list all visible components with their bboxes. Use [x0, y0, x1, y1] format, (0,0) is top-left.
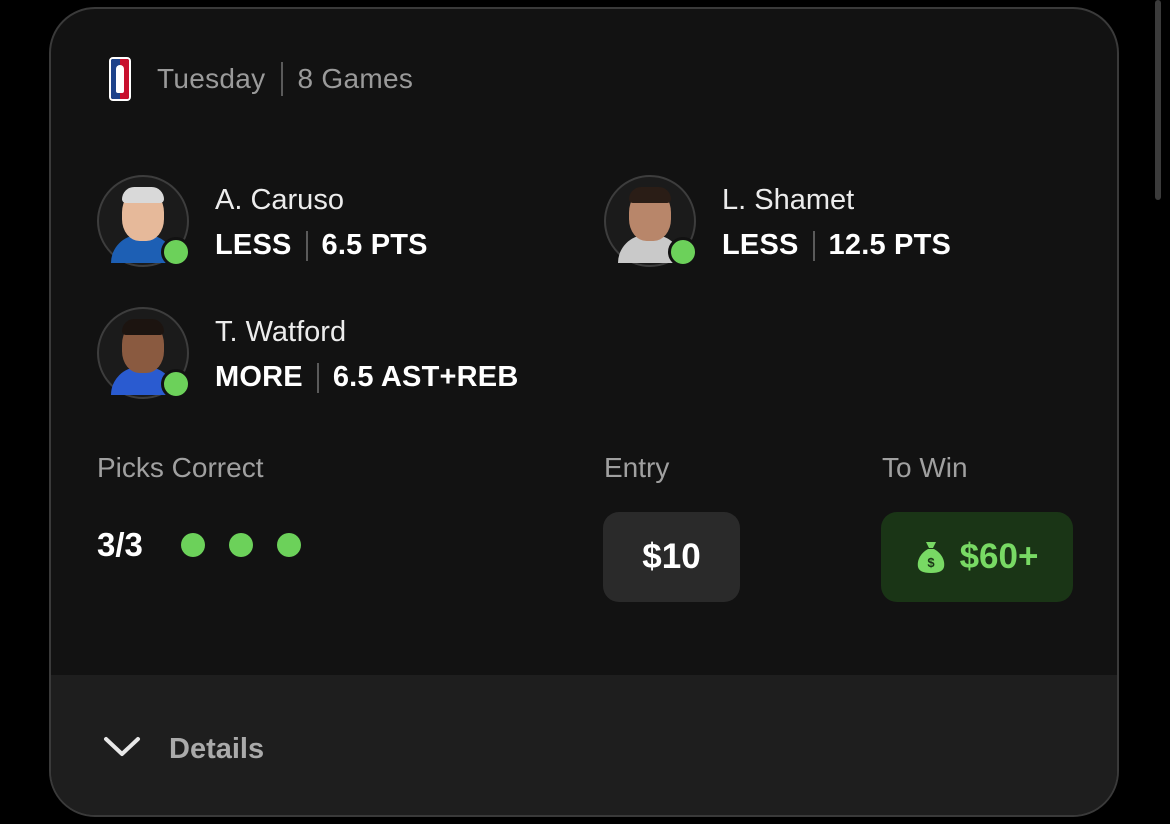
- to-win-amount: $60+: [959, 537, 1039, 576]
- picks-correct-value: 3/3: [97, 526, 143, 563]
- scrollbar[interactable]: [1155, 0, 1161, 200]
- picks-correct-label: Picks Correct: [97, 452, 264, 483]
- pick-result-dot: [229, 533, 253, 557]
- pick-status-dot: [161, 237, 191, 267]
- chevron-down-icon: [104, 737, 140, 756]
- pick-status-dot: [161, 369, 191, 399]
- pick-card[interactable]: T. Watford MORE 6.5 AST+REB: [97, 307, 518, 399]
- line-divider: [305, 230, 308, 261]
- svg-text:$: $: [927, 555, 935, 570]
- pick-result-dot: [277, 533, 301, 557]
- line-divider: [316, 362, 319, 393]
- pick-result-dot: [181, 533, 205, 557]
- pick-direction: LESS: [215, 229, 292, 261]
- pick-card[interactable]: A. Caruso LESS 6.5 PTS: [97, 175, 428, 267]
- money-bag-icon: $: [917, 542, 944, 573]
- details-label: Details: [169, 733, 265, 765]
- to-win-label: To Win: [882, 452, 968, 483]
- details-toggle[interactable]: Details: [51, 675, 1117, 815]
- player-name: T. Watford: [215, 316, 347, 348]
- header-divider: [281, 62, 284, 96]
- entry-card: Tuesday 8 Games A. Caruso LESS 6.5 PTS L…: [49, 7, 1119, 817]
- entry-amount-button[interactable]: $10: [603, 512, 740, 602]
- to-win-button[interactable]: $ $60+: [881, 512, 1073, 602]
- header-day: Tuesday: [157, 63, 266, 94]
- player-avatar: [604, 175, 698, 267]
- entry-amount: $10: [642, 537, 701, 576]
- pick-line: 6.5 AST+REB: [332, 361, 519, 393]
- line-divider: [812, 230, 815, 261]
- pick-line: 6.5 PTS: [321, 229, 428, 261]
- entry-label: Entry: [604, 452, 670, 483]
- pick-direction: MORE: [215, 361, 303, 393]
- player-avatar: [97, 175, 191, 267]
- player-name: A. Caruso: [215, 184, 344, 216]
- pick-line: 12.5 PTS: [828, 229, 952, 261]
- pick-card[interactable]: L. Shamet LESS 12.5 PTS: [604, 175, 951, 267]
- player-name: L. Shamet: [722, 184, 855, 216]
- nba-logo-icon: [109, 57, 131, 101]
- pick-status-dot: [668, 237, 698, 267]
- card-header: Tuesday 8 Games: [109, 57, 413, 101]
- player-avatar: [97, 307, 191, 399]
- pick-direction: LESS: [722, 229, 799, 261]
- header-games: 8 Games: [297, 63, 414, 94]
